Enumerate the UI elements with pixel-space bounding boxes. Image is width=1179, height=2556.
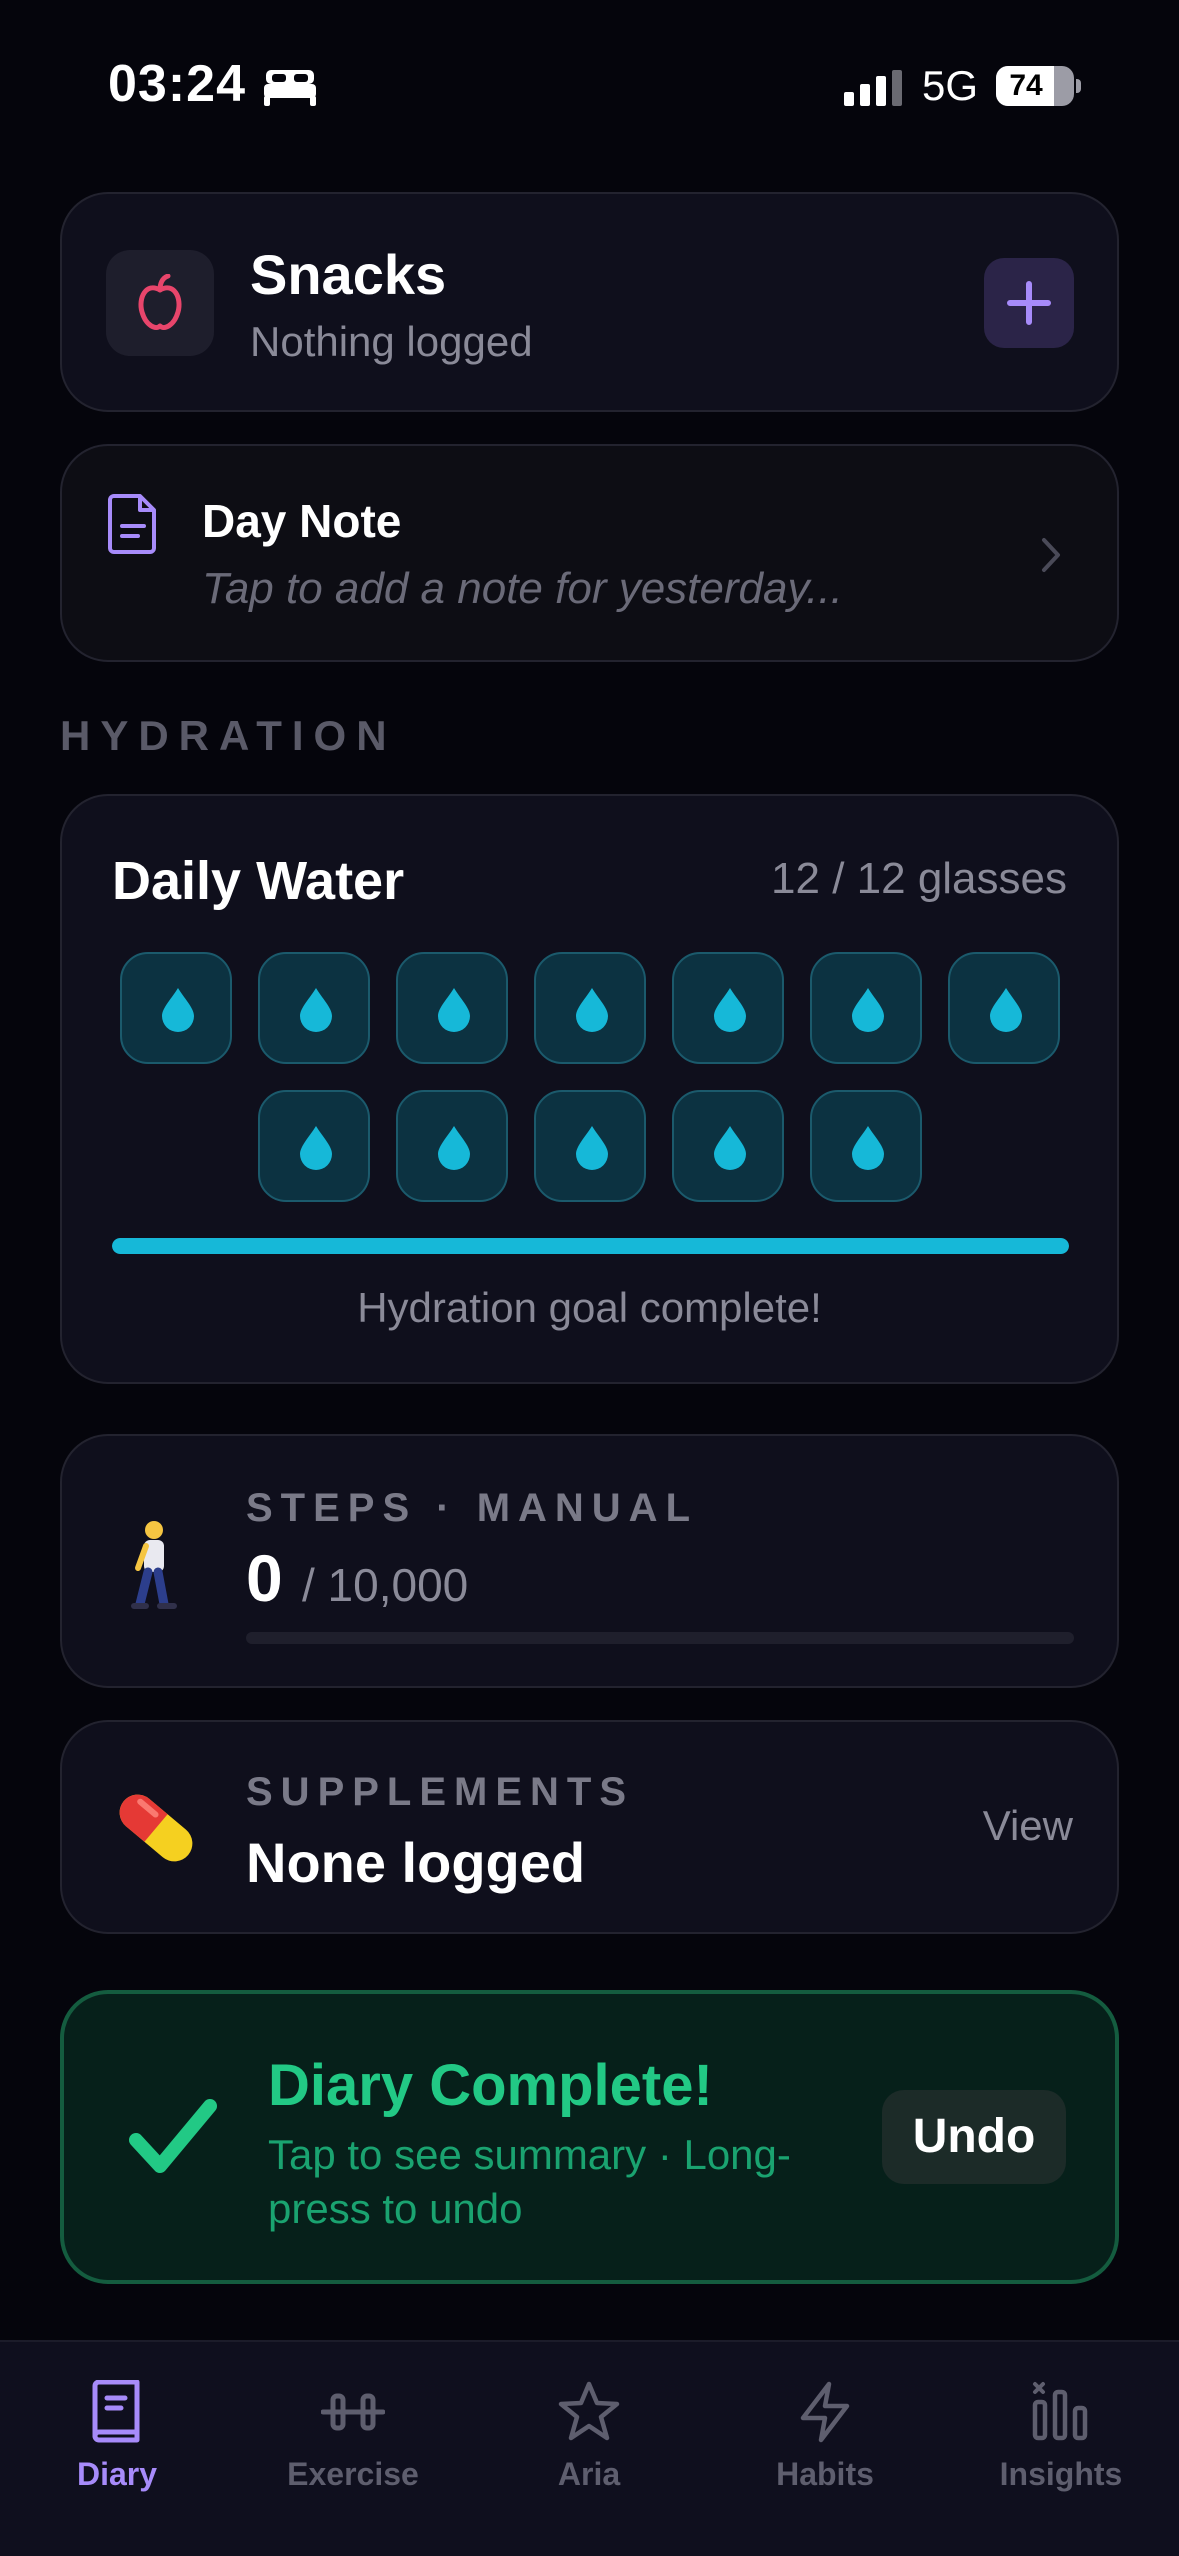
hydration-progress-bar [112, 1238, 1069, 1254]
water-glass-button[interactable] [395, 1090, 508, 1202]
water-glass-button[interactable] [395, 952, 508, 1064]
day-note-card[interactable]: Day Note Tap to add a note for yesterday… [60, 444, 1119, 662]
diary-complete-title: Diary Complete! [268, 2053, 713, 2118]
status-time: 03:24 [108, 55, 246, 113]
note-icon [108, 494, 156, 554]
water-glass-button[interactable] [257, 952, 370, 1064]
bar-chart-icon [1032, 2382, 1088, 2441]
water-drop-icon [851, 988, 884, 1032]
water-glass-button[interactable] [671, 1090, 784, 1202]
water-drop-icon [989, 988, 1022, 1032]
chevron-right-icon [1042, 538, 1060, 572]
apple-icon [138, 274, 182, 330]
hydration-status: Hydration goal complete! [357, 1284, 822, 1331]
add-snack-button[interactable] [984, 258, 1074, 348]
water-glass-button[interactable] [533, 1090, 646, 1202]
water-drop-icon [713, 1126, 746, 1170]
water-glass-button[interactable] [257, 1090, 370, 1202]
tab-insights[interactable]: Insights [961, 2380, 1161, 2493]
hydration-progress-fill [112, 1238, 1069, 1254]
status-bar: 03:24 5G 74 [0, 0, 1179, 170]
tab-exercise[interactable]: Exercise [253, 2380, 453, 2493]
daily-water-title: Daily Water [112, 851, 405, 911]
cellular-signal-icon [844, 70, 902, 106]
diary-complete-subtitle: Tap to see summary · Long-press to undo [268, 2131, 791, 2232]
day-note-placeholder: Tap to add a note for yesterday... [202, 564, 843, 613]
water-glass-row [62, 952, 1117, 1064]
snacks-title: Snacks [250, 243, 447, 306]
tab-label: Exercise [287, 2456, 419, 2492]
tab-label: Insights [999, 2456, 1123, 2492]
book-icon [92, 2380, 140, 2443]
plus-icon [1007, 281, 1051, 325]
daily-water-count: 12 / 12 glasses [771, 854, 1067, 903]
steps-progress-bar [246, 1632, 1074, 1644]
person-walking-emoji [131, 1521, 177, 1609]
tab-label: Aria [557, 2456, 621, 2492]
water-glass-button[interactable] [671, 952, 784, 1064]
steps-card[interactable]: STEPS · MANUAL 0 / 10,000 [60, 1434, 1119, 1688]
tab-bar: Diary Exercise Aria Habits Insights [0, 2340, 1179, 2556]
battery-percent: 74 [1009, 69, 1043, 102]
battery-indicator: 74 [996, 66, 1081, 106]
water-drop-icon [437, 1126, 470, 1170]
water-drop-icon [713, 988, 746, 1032]
network-type: 5G [922, 62, 979, 109]
supplements-label: SUPPLEMENTS [246, 1770, 635, 1814]
water-drop-icon [575, 988, 608, 1032]
snacks-subtitle: Nothing logged [250, 318, 533, 365]
steps-goal: / 10,000 [302, 1559, 469, 1611]
tab-label: Habits [776, 2456, 874, 2492]
water-glass-button[interactable] [533, 952, 646, 1064]
checkmark-icon [129, 2099, 217, 2173]
water-glass-button[interactable] [119, 952, 232, 1064]
water-drop-icon [299, 988, 332, 1032]
diary-complete-banner[interactable]: Diary Complete! Tap to see summary · Lon… [60, 1990, 1119, 2284]
snacks-card[interactable]: Snacks Nothing logged [60, 192, 1119, 412]
pill-emoji [119, 1794, 193, 1862]
undo-button[interactable]: Undo [882, 2090, 1066, 2184]
tab-aria[interactable]: Aria [489, 2380, 689, 2493]
water-drop-icon [575, 1126, 608, 1170]
steps-value: 0 [246, 1541, 283, 1615]
water-drop-icon [299, 1126, 332, 1170]
water-drop-icon [161, 988, 194, 1032]
lightning-icon [800, 2381, 850, 2443]
bed-icon [264, 70, 316, 106]
supplements-value: None logged [246, 1831, 586, 1894]
water-glass-button[interactable] [809, 952, 922, 1064]
water-glass-button[interactable] [947, 952, 1060, 1064]
dumbbell-icon [321, 2393, 385, 2431]
day-note-title: Day Note [202, 495, 402, 547]
water-drop-icon [437, 988, 470, 1032]
supplements-card[interactable]: SUPPLEMENTS None logged View [60, 1720, 1119, 1934]
snacks-icon-container [106, 250, 214, 356]
water-glass-button[interactable] [809, 1090, 922, 1202]
tab-habits[interactable]: Habits [725, 2380, 925, 2493]
star-icon [558, 2381, 620, 2441]
tab-label: Diary [76, 2456, 158, 2492]
supplements-view-link[interactable]: View [983, 1802, 1073, 1850]
water-drop-icon [851, 1126, 884, 1170]
water-glass-row [62, 1090, 1117, 1202]
hydration-section-label: HYDRATION [60, 712, 397, 759]
steps-label: STEPS · MANUAL [246, 1486, 698, 1530]
daily-water-card: Daily Water 12 / 12 glasses Hydration go… [60, 794, 1119, 1384]
tab-diary[interactable]: Diary [17, 2380, 217, 2493]
